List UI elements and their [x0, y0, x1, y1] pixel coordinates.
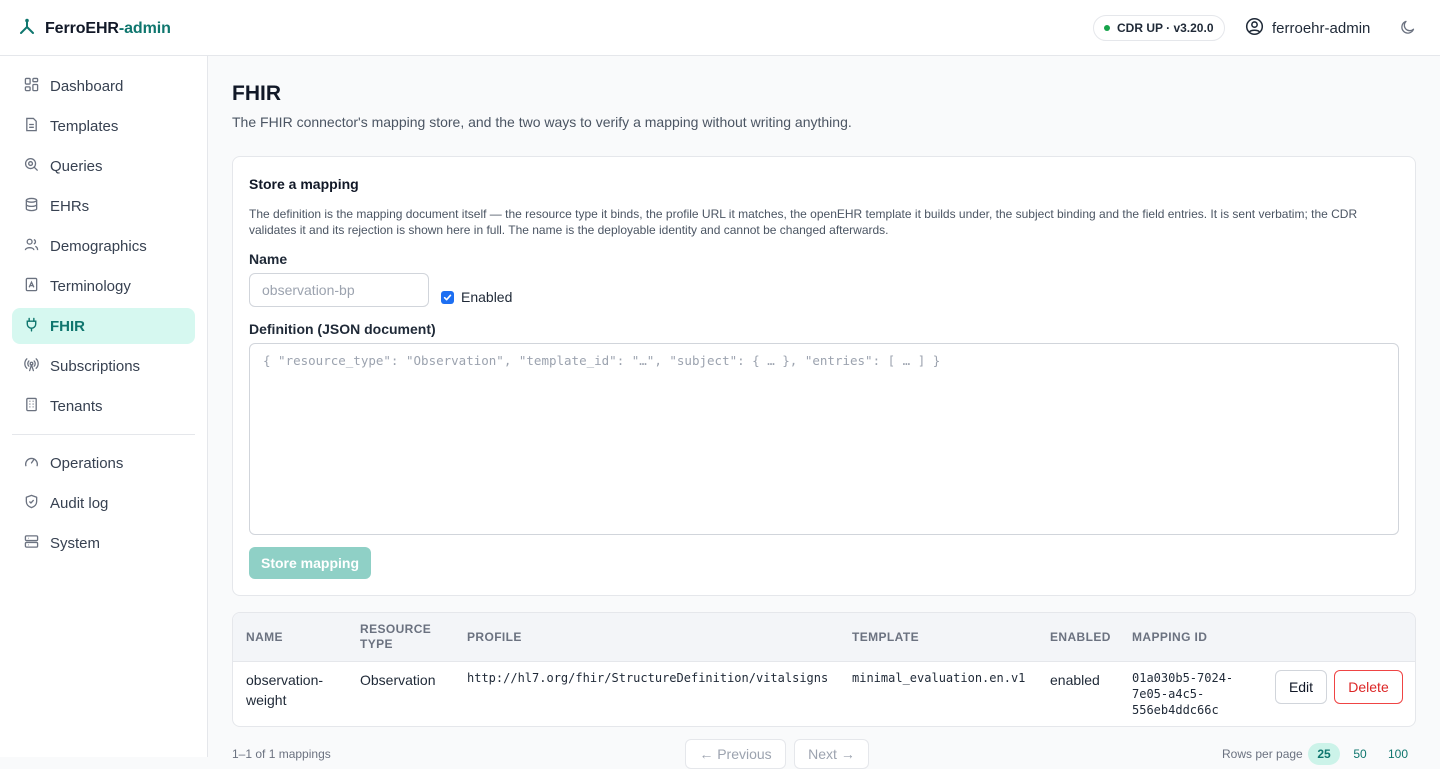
brand-name: FerroEHR-admin	[45, 20, 171, 38]
sidebar-item-operations[interactable]: Operations	[12, 445, 195, 481]
brand[interactable]: FerroEHR-admin	[18, 18, 171, 39]
sidebar: Dashboard Templates Queries EHRs Demogra…	[0, 56, 208, 757]
book-icon	[24, 277, 39, 296]
cell-profile: http://hl7.org/fhir/StructureDefinition/…	[467, 671, 829, 685]
column-header-mapping-id: MAPPING ID	[1132, 630, 1208, 644]
cdr-status-badge: CDR UP · v3.20.0	[1093, 15, 1225, 41]
sidebar-item-label: Audit log	[50, 494, 109, 512]
sidebar-item-system[interactable]: System	[12, 525, 195, 561]
cell-mapping-id-line: 556eb4ddc66c	[1132, 703, 1219, 717]
definition-label: Definition (JSON document)	[249, 321, 436, 337]
sidebar-item-label: EHRs	[50, 197, 90, 215]
cell-mapping-id: 01a030b5-7024- 7e05-a4c5- 556eb4ddc66c	[1132, 670, 1233, 718]
column-header-name: NAME	[246, 630, 283, 644]
cell-template: minimal_evaluation.en.v1	[852, 671, 1026, 685]
sidebar-item-label: FHIR	[50, 317, 85, 335]
building-icon	[24, 397, 39, 416]
rows-option-100[interactable]: 100	[1381, 743, 1415, 765]
pagination-count: 1–1 of 1 mappings	[232, 747, 331, 761]
sidebar-item-label: Tenants	[50, 397, 103, 415]
sidebar-item-fhir[interactable]: FHIR	[12, 308, 195, 344]
store-mapping-card: Store a mapping The definition is the ma…	[232, 156, 1416, 596]
shield-icon	[24, 494, 39, 513]
page-title: FHIR	[232, 82, 281, 105]
previous-page-button[interactable]: ← Previous	[685, 739, 786, 769]
edit-button[interactable]: Edit	[1275, 670, 1327, 704]
user-menu[interactable]: ferroehr-admin	[1245, 17, 1370, 40]
column-header-template: TEMPLATE	[852, 630, 919, 644]
brand-text: FerroEHR	[45, 19, 119, 37]
sidebar-item-audit-log[interactable]: Audit log	[12, 485, 195, 521]
cell-enabled: enabled	[1050, 672, 1100, 688]
enabled-toggle[interactable]: Enabled	[441, 289, 512, 305]
delete-button[interactable]: Delete	[1334, 670, 1403, 704]
sidebar-item-terminology[interactable]: Terminology	[12, 268, 195, 304]
plug-icon	[24, 317, 39, 336]
rows-option-50[interactable]: 50	[1346, 743, 1374, 765]
sidebar-item-label: System	[50, 534, 101, 552]
cell-name-line: observation-	[246, 672, 324, 688]
moon-icon	[1400, 19, 1416, 38]
sidebar-item-label: Terminology	[50, 277, 131, 295]
table-header: NAME RESOURCE TYPE PROFILE TEMPLATE ENAB…	[233, 613, 1415, 662]
logo-icon	[18, 18, 36, 39]
grid-icon	[24, 77, 39, 96]
status-dot-icon	[1104, 25, 1110, 31]
cell-mapping-id-line: 01a030b5-7024-	[1132, 671, 1234, 685]
broadcast-icon	[24, 357, 39, 376]
page-subtitle: The FHIR connector's mapping store, and …	[232, 114, 852, 130]
search-icon	[24, 157, 39, 176]
column-header-type-line: TYPE	[360, 637, 393, 651]
sidebar-item-label: Dashboard	[50, 77, 124, 95]
sidebar-item-subscriptions[interactable]: Subscriptions	[12, 348, 195, 384]
enabled-label: Enabled	[461, 289, 513, 305]
cell-resource-type: Observation	[360, 672, 436, 688]
column-header-resource-line: RESOURCE	[360, 622, 432, 636]
sidebar-item-label: Queries	[50, 157, 103, 175]
user-name: ferroehr-admin	[1272, 20, 1371, 37]
card-title: Store a mapping	[249, 176, 359, 192]
cell-name: observation- weight	[246, 670, 323, 710]
sidebar-item-dashboard[interactable]: Dashboard	[12, 68, 195, 104]
top-bar: FerroEHR-admin CDR UP · v3.20.0 ferroehr…	[0, 0, 1440, 56]
theme-toggle-button[interactable]	[1398, 18, 1418, 38]
column-header-resource-type: RESOURCE TYPE	[360, 622, 431, 652]
sidebar-item-templates[interactable]: Templates	[12, 108, 195, 144]
store-mapping-button[interactable]: Store mapping	[249, 547, 372, 579]
sidebar-item-demographics[interactable]: Demographics	[12, 228, 195, 264]
enabled-checkbox[interactable]	[441, 290, 454, 304]
status-text: CDR UP · v3.20.0	[1117, 21, 1214, 35]
gauge-icon	[24, 454, 39, 473]
name-label: Name	[249, 251, 288, 267]
sidebar-item-tenants[interactable]: Tenants	[12, 388, 195, 424]
sidebar-divider	[12, 434, 195, 435]
definition-textarea[interactable]	[249, 343, 1399, 535]
rows-option-25[interactable]: 25	[1308, 743, 1340, 765]
column-header-profile: PROFILE	[467, 630, 522, 644]
cell-name-line: weight	[246, 692, 287, 708]
column-header-enabled: ENABLED	[1050, 630, 1111, 644]
file-icon	[24, 117, 39, 136]
sidebar-item-ehrs[interactable]: EHRs	[12, 188, 195, 224]
mappings-table: NAME RESOURCE TYPE PROFILE TEMPLATE ENAB…	[232, 612, 1416, 727]
user-icon	[1245, 17, 1264, 40]
rows-per-page-label: Rows per page	[1222, 747, 1303, 761]
users-icon	[24, 237, 39, 256]
sidebar-item-label: Templates	[50, 117, 119, 135]
sidebar-item-label: Operations	[50, 454, 124, 472]
server-icon	[24, 534, 39, 553]
sidebar-item-label: Demographics	[50, 237, 147, 255]
name-input[interactable]	[249, 273, 429, 307]
sidebar-item-label: Subscriptions	[50, 357, 141, 375]
cell-mapping-id-line: 7e05-a4c5-	[1132, 687, 1205, 701]
next-page-button[interactable]: Next →	[794, 739, 869, 769]
brand-suffix: -admin	[118, 19, 171, 37]
database-icon	[24, 197, 39, 216]
sidebar-item-queries[interactable]: Queries	[12, 148, 195, 184]
card-description: The definition is the mapping document i…	[249, 207, 1358, 237]
